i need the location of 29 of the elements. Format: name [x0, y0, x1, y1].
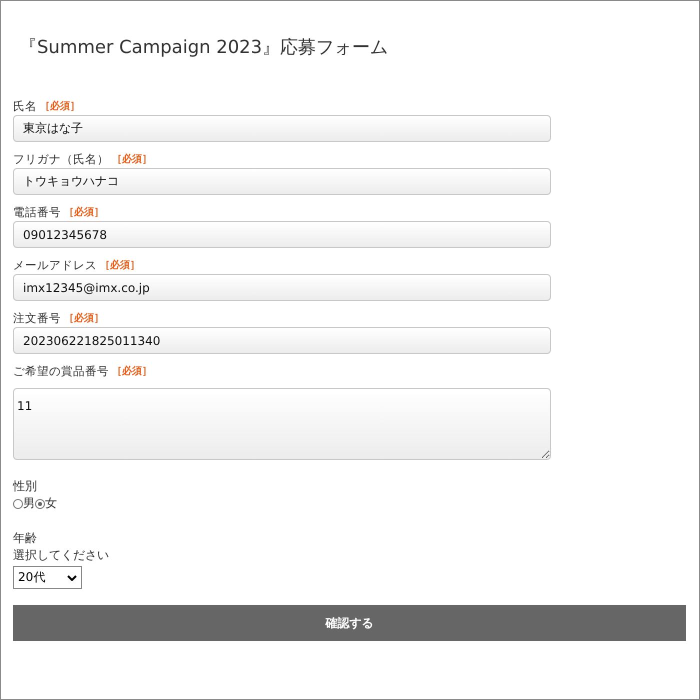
text-field[interactable]: 09012345678: [13, 221, 551, 248]
radio-button[interactable]: [13, 498, 23, 508]
text-field[interactable]: トウキョウハナコ: [13, 168, 551, 195]
field-label: 電話番号: [13, 204, 61, 220]
radio-label[interactable]: 女: [45, 495, 57, 512]
text-field[interactable]: 202306221825011340: [13, 327, 551, 354]
gender-label: 性別: [13, 478, 38, 495]
required-mark: ［必須］: [40, 100, 80, 113]
age-label: 年齢: [13, 530, 38, 547]
required-mark: ［必須］: [112, 364, 152, 378]
required-mark: ［必須］: [112, 152, 152, 166]
required-mark: ［必須］: [100, 258, 140, 272]
text-field[interactable]: 東京はな子: [13, 115, 551, 142]
field-label: メールアドレス: [13, 258, 97, 272]
form-title: 『Summer Campaign 2023』応募フォーム: [19, 36, 390, 59]
prize-number-field[interactable]: 11: [13, 388, 551, 460]
field-label: 氏名: [13, 98, 37, 114]
confirm-button[interactable]: 確認する: [13, 605, 686, 641]
radio-label[interactable]: 男: [23, 495, 35, 512]
text-field[interactable]: imx12345@imx.co.jp: [13, 274, 551, 301]
required-mark: ［必須］: [64, 312, 104, 325]
required-mark: ［必須］: [64, 206, 104, 219]
radio-button[interactable]: [35, 498, 45, 508]
chevron-icon: [67, 574, 77, 580]
field-label: ご希望の賞品番号: [13, 364, 109, 378]
age-select[interactable]: 20代: [13, 566, 82, 589]
field-label: 注文番号: [13, 310, 61, 326]
age-hint: 選択してください: [13, 547, 110, 564]
field-label: フリガナ（氏名）: [13, 152, 109, 166]
